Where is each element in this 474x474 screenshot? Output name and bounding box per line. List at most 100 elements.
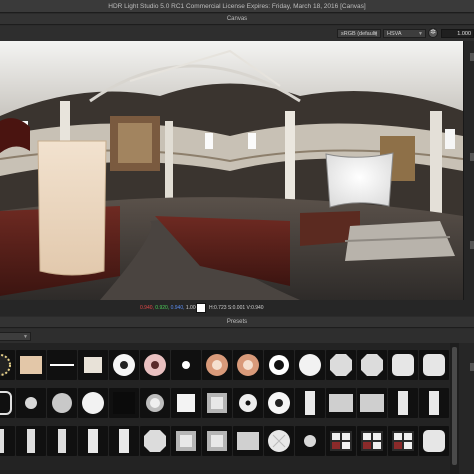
- preset-tile[interactable]: [0, 350, 15, 380]
- preset-tile[interactable]: [78, 426, 108, 456]
- preset-tile[interactable]: [0, 388, 15, 418]
- soft-dot-icon: [25, 397, 37, 409]
- square-light-icon: [177, 394, 195, 412]
- preset-tile[interactable]: [140, 388, 170, 418]
- octagon-icon: [361, 354, 383, 376]
- preset-tile[interactable]: [233, 426, 263, 456]
- preset-tile[interactable]: [264, 426, 294, 456]
- preset-tile[interactable]: [171, 426, 201, 456]
- preset-tile[interactable]: [202, 426, 232, 456]
- blue-value: 0.940,: [170, 305, 185, 311]
- preset-tile[interactable]: [47, 350, 77, 380]
- chevron-down-icon: ▼: [373, 31, 378, 37]
- preset-tile[interactable]: [202, 350, 232, 380]
- gradient-panel-icon: [360, 394, 384, 412]
- radial-eye-icon: [144, 354, 166, 376]
- preset-tile[interactable]: [295, 350, 325, 380]
- tall-rect-icon: [119, 429, 129, 453]
- mode-select[interactable]: HSVA ▼: [383, 29, 426, 38]
- preset-tile[interactable]: [326, 350, 356, 380]
- preset-tile[interactable]: [233, 350, 263, 380]
- preset-tile[interactable]: [140, 426, 170, 456]
- preset-tile[interactable]: [16, 388, 46, 418]
- preset-tile[interactable]: [78, 350, 108, 380]
- preset-tile[interactable]: [16, 350, 46, 380]
- spot-glow-icon: [146, 394, 164, 412]
- pixel-readout-bar: 0.940, 0.920, 0.940, 1.000 H:0.723 S:0.0…: [0, 300, 474, 316]
- canvas-toolbar: sRGB (default) ▼ HSVA ▼ ✲ 1.000: [0, 26, 474, 41]
- color-swatch: [196, 303, 206, 313]
- window-title: HDR Light Studio 5.0 RC1 Commercial Lice…: [0, 0, 474, 13]
- bar-light-icon: [58, 429, 66, 453]
- gradient-square-icon: [176, 431, 196, 451]
- bar-light-icon: [0, 429, 4, 453]
- preset-tile[interactable]: [295, 388, 325, 418]
- starburst-icon: [0, 354, 11, 376]
- preset-tile[interactable]: [109, 388, 139, 418]
- rail-tab[interactable]: [470, 241, 474, 249]
- preset-tile[interactable]: [47, 388, 77, 418]
- preset-tile[interactable]: [326, 426, 356, 456]
- chevron-down-icon: ▼: [23, 334, 28, 340]
- preset-tile[interactable]: [388, 388, 418, 418]
- preset-tile[interactable]: [171, 350, 201, 380]
- green-value: 0.920,: [155, 305, 170, 311]
- black-dot-icon: [269, 355, 289, 375]
- rounded-square-icon: [392, 354, 414, 376]
- presets-toolbar: ▼: [0, 329, 474, 343]
- preset-tile[interactable]: [16, 426, 46, 456]
- preset-tile[interactable]: [357, 426, 387, 456]
- window-icon: [392, 431, 414, 451]
- gradient-panel-icon: [329, 394, 353, 412]
- preset-tile[interactable]: [357, 350, 387, 380]
- rounded-square-icon: [423, 354, 445, 376]
- presets-scrollbar[interactable]: [450, 343, 459, 474]
- dot-ring-icon: [239, 394, 257, 412]
- sparkle-icon: [182, 361, 190, 369]
- preset-tile[interactable]: [233, 388, 263, 418]
- strip-light-icon: [50, 364, 74, 366]
- gradient-square-icon: [207, 393, 227, 413]
- preset-tile[interactable]: [295, 426, 325, 456]
- rect-panel-icon: [237, 432, 259, 450]
- colorspace-select[interactable]: sRGB (default) ▼: [337, 29, 381, 38]
- red-value: 0.940,: [140, 305, 154, 311]
- octagon-icon: [144, 430, 166, 452]
- mode-select-value: HSVA: [387, 31, 402, 37]
- preset-tile[interactable]: [357, 388, 387, 418]
- orange-ring-icon: [206, 354, 228, 376]
- preset-tile[interactable]: [140, 350, 170, 380]
- scrollbar-thumb[interactable]: [452, 347, 457, 465]
- canvas-panel-title: Canvas: [0, 14, 474, 25]
- rail-tab[interactable]: [470, 153, 474, 161]
- preset-category-select[interactable]: ▼: [0, 332, 31, 341]
- softbox-gradient-icon: [20, 356, 42, 374]
- tall-rect-icon: [398, 391, 408, 415]
- preset-tile[interactable]: [47, 426, 77, 456]
- preset-tile[interactable]: [0, 426, 15, 456]
- preset-tile[interactable]: [264, 388, 294, 418]
- exposure-field[interactable]: 1.000: [441, 29, 474, 38]
- preset-tile[interactable]: [202, 388, 232, 418]
- preset-tile[interactable]: [388, 350, 418, 380]
- preset-tile[interactable]: [388, 426, 418, 456]
- preset-tile[interactable]: [171, 388, 201, 418]
- rail-tab[interactable]: [470, 363, 474, 371]
- soft-dot-icon: [304, 435, 316, 447]
- octagon-icon: [330, 354, 352, 376]
- preset-tile[interactable]: [419, 426, 449, 456]
- window-icon: [361, 431, 383, 451]
- pixel-rgba-readout: 0.940, 0.920, 0.940, 1.000: [140, 305, 198, 311]
- hdr-canvas[interactable]: [0, 41, 463, 300]
- softbox-square-icon: [84, 357, 102, 373]
- preset-tile[interactable]: [78, 388, 108, 418]
- preset-tile[interactable]: [109, 426, 139, 456]
- preset-tile[interactable]: [109, 350, 139, 380]
- rail-tab[interactable]: [470, 53, 474, 61]
- preset-tile[interactable]: [326, 388, 356, 418]
- preset-tile[interactable]: [419, 350, 449, 380]
- preset-tile[interactable]: [419, 388, 449, 418]
- rounded-frame-icon: [0, 391, 12, 415]
- preset-tile[interactable]: [264, 350, 294, 380]
- exposure-button[interactable]: ✲: [428, 28, 438, 38]
